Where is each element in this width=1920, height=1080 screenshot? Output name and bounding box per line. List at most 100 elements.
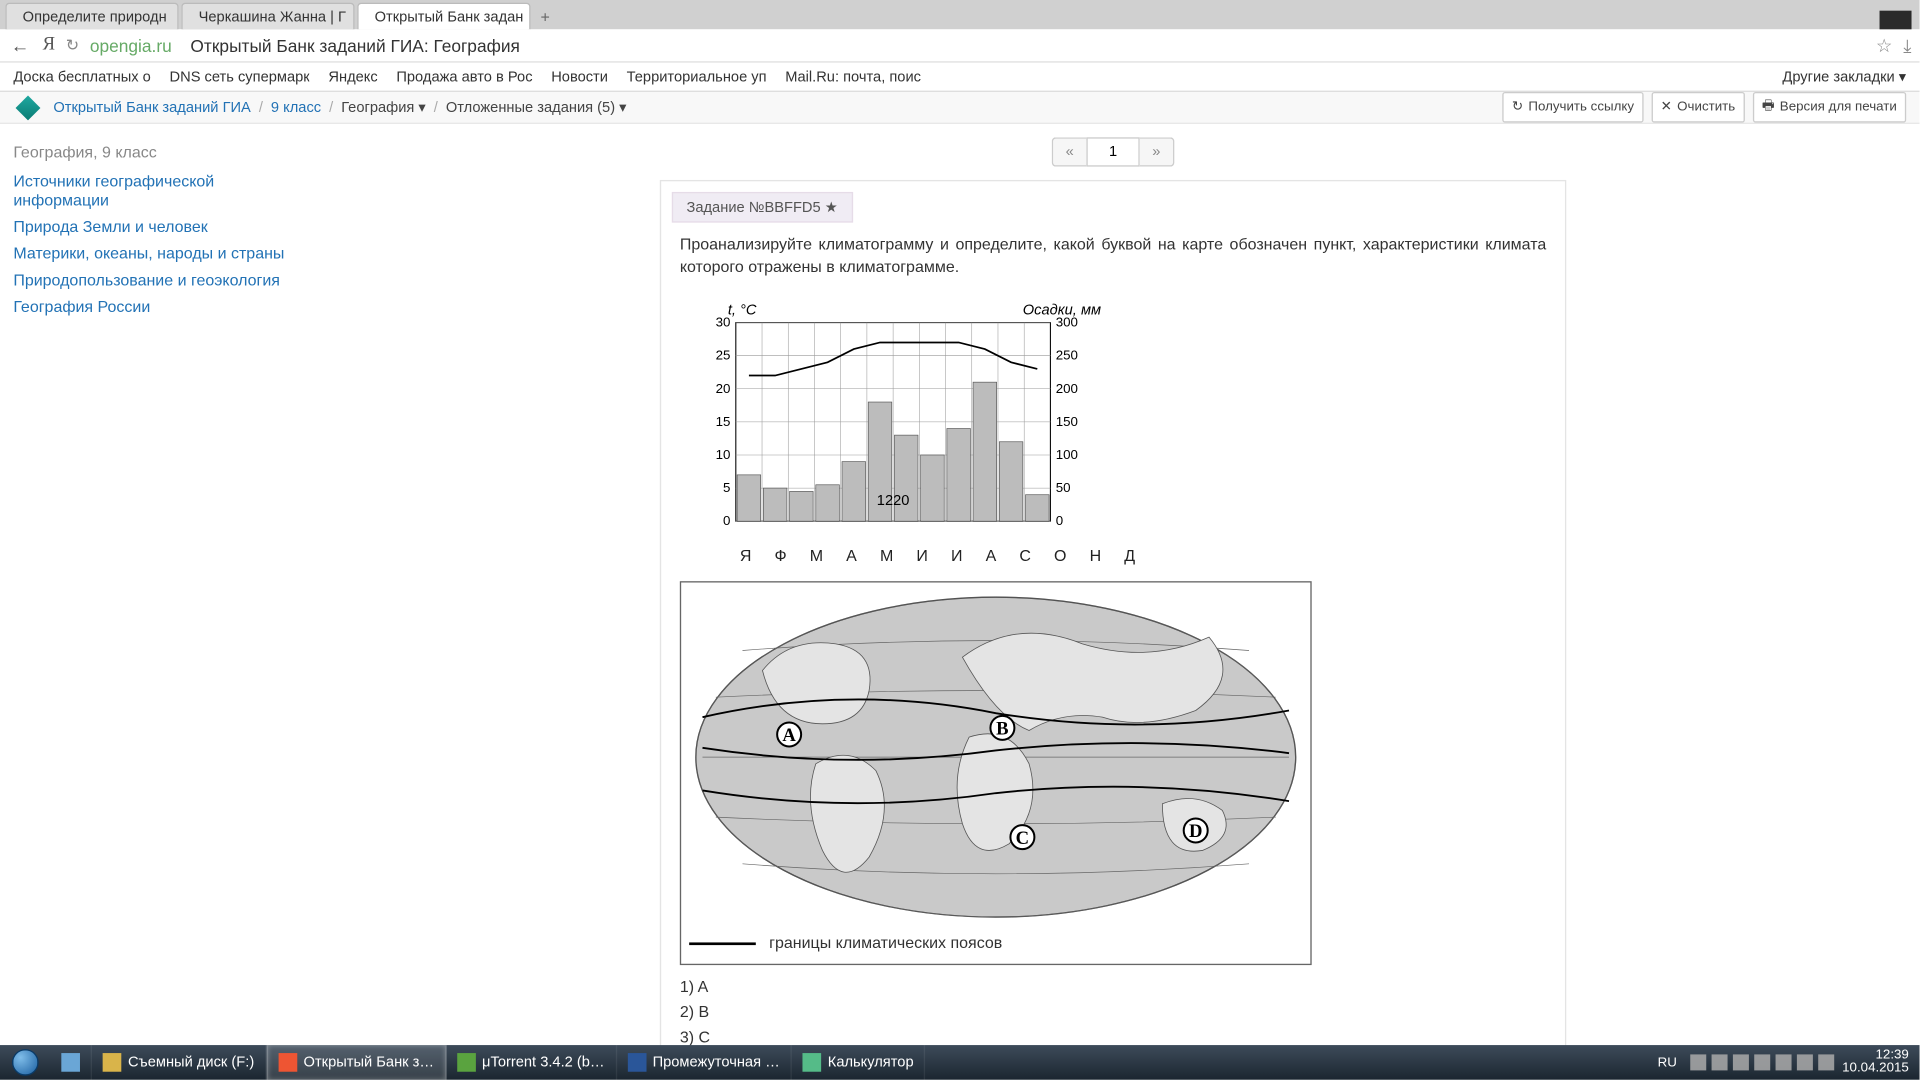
svg-text:30: 30 xyxy=(716,314,731,329)
yandex-icon[interactable]: Я xyxy=(43,35,55,56)
task-card: Задание №BBFFD5 ★ Проанализируйте климат… xyxy=(660,180,1566,1073)
sidebar-item[interactable]: География России xyxy=(13,297,293,316)
tray-icon[interactable] xyxy=(1818,1054,1834,1070)
sidebar-item[interactable]: Природопользование и геоэкология xyxy=(13,271,293,290)
tab-label: Определите природн xyxy=(23,9,167,25)
sidebar-item[interactable]: Природа Земли и человек xyxy=(13,217,293,236)
svg-text:0: 0 xyxy=(723,513,730,528)
download-icon[interactable]: ⤓ xyxy=(1903,34,1911,57)
map-svg: A B C D xyxy=(689,591,1302,927)
other-bookmarks[interactable]: Другие закладки ▾ xyxy=(1782,68,1906,85)
drive-icon xyxy=(103,1053,122,1072)
svg-text:200: 200 xyxy=(1056,380,1078,395)
bookmark-item[interactable]: Продажа авто в Рос xyxy=(396,69,532,85)
utorrent-icon xyxy=(457,1053,476,1072)
taskbar-item[interactable]: Съемный диск (F:) xyxy=(92,1045,266,1080)
pager-next-button[interactable]: » xyxy=(1140,137,1175,166)
crumb-subject[interactable]: География ▾ xyxy=(341,99,426,116)
pager-prev-button[interactable]: « xyxy=(1052,137,1087,166)
sidebar: География, 9 класс Источники географичес… xyxy=(0,124,307,1045)
svg-text:150: 150 xyxy=(1056,414,1078,429)
taskbar-item[interactable]: μTorrent 3.4.2 (b… xyxy=(446,1045,617,1080)
bookmark-item[interactable]: DNS сеть супермарк xyxy=(170,69,310,85)
crumb-grade[interactable]: 9 класс xyxy=(271,99,321,115)
world-map: A B C D границы климатических поясов xyxy=(680,581,1312,964)
breadcrumb: Открытый Банк заданий ГИА / 9 класс / Ге… xyxy=(53,99,626,116)
new-tab-button[interactable]: + xyxy=(533,5,557,29)
tray-icon[interactable] xyxy=(1797,1054,1813,1070)
crumb-root[interactable]: Открытый Банк заданий ГИА xyxy=(53,99,251,115)
reload-button[interactable]: ↻ xyxy=(66,36,79,55)
taskbar-pinned[interactable] xyxy=(51,1045,92,1080)
window-minimize-button[interactable] xyxy=(1880,11,1912,30)
bookmark-item[interactable]: Доска бесплатных о xyxy=(13,69,151,85)
start-button[interactable] xyxy=(0,1045,51,1080)
tray-icon[interactable] xyxy=(1775,1054,1791,1070)
tab-label: Черкашина Жанна | Г xyxy=(199,9,346,25)
taskbar-item[interactable]: Промежуточная … xyxy=(617,1045,792,1080)
address-bar: ← Я ↻ opengia.ru Открытый Банк заданий Г… xyxy=(0,29,1920,62)
tray-icon[interactable] xyxy=(1711,1054,1727,1070)
url-host[interactable]: opengia.ru xyxy=(90,35,172,55)
print-button[interactable]: 🖶Версия для печати xyxy=(1753,92,1907,123)
svg-text:A: A xyxy=(782,725,796,746)
word-icon xyxy=(627,1053,646,1072)
input-lang[interactable]: RU xyxy=(1658,1055,1677,1070)
clear-button[interactable]: ✕Очистить xyxy=(1651,92,1744,123)
task-id-badge[interactable]: Задание №BBFFD5 ★ xyxy=(672,192,853,223)
svg-text:100: 100 xyxy=(1056,447,1078,462)
sidebar-title: География, 9 класс xyxy=(13,143,293,162)
system-tray: RU 12:39 10.04.2015 xyxy=(1658,1048,1920,1076)
legend-label: границы климатических поясов xyxy=(769,932,1002,955)
crumb-deferred[interactable]: Отложенные задания (5) ▾ xyxy=(446,99,627,116)
browser-tabstrip: Определите природн Черкашина Жанна | Г О… xyxy=(0,0,1920,29)
legend-line-icon xyxy=(689,942,756,945)
taskbar-item-active[interactable]: Открытый Банк з… xyxy=(266,1045,446,1080)
pager-input[interactable] xyxy=(1086,137,1139,166)
explorer-icon xyxy=(61,1053,80,1072)
svg-text:20: 20 xyxy=(716,380,731,395)
answer-options: 1) A 2) B 3) C xyxy=(680,975,1546,1050)
svg-text:5: 5 xyxy=(723,480,730,495)
tray-icon[interactable] xyxy=(1690,1054,1706,1070)
svg-text:15: 15 xyxy=(716,414,731,429)
back-button[interactable]: ← xyxy=(8,35,32,56)
svg-text:250: 250 xyxy=(1056,347,1078,362)
yandex-browser-icon xyxy=(278,1053,297,1072)
svg-text:0: 0 xyxy=(1056,513,1063,528)
windows-orb-icon xyxy=(12,1049,39,1076)
tab-2[interactable]: Черкашина Жанна | Г xyxy=(181,3,354,30)
bookmark-item[interactable]: Яндекс xyxy=(328,69,377,85)
tray-icon[interactable] xyxy=(1733,1054,1749,1070)
windows-taskbar: Съемный диск (F:) Открытый Банк з… μTorr… xyxy=(0,1045,1920,1080)
sidebar-item[interactable]: Источники географической информации xyxy=(13,172,293,209)
answer-option[interactable]: 2) B xyxy=(680,1001,1546,1024)
taskbar-clock[interactable]: 12:39 10.04.2015 xyxy=(1842,1048,1909,1076)
bookmark-item[interactable]: Территориальное уп xyxy=(627,69,767,85)
calculator-icon xyxy=(802,1053,821,1072)
link-icon: ↻ xyxy=(1512,100,1523,115)
bookmarks-bar: Доска бесплатных о DNS сеть супермарк Ян… xyxy=(0,63,1920,92)
bookmark-item[interactable]: Mail.Ru: почта, поис xyxy=(785,69,921,85)
site-logo-icon[interactable] xyxy=(16,95,41,120)
svg-text:1220: 1220 xyxy=(877,493,910,509)
svg-text:50: 50 xyxy=(1056,480,1071,495)
task-text: Проанализируйте климатограмму и определи… xyxy=(680,233,1546,279)
bookmark-item[interactable]: Новости xyxy=(551,69,608,85)
bookmark-star-icon[interactable]: ☆ xyxy=(1876,34,1893,57)
svg-text:C: C xyxy=(1016,828,1029,849)
map-legend: границы климатических поясов xyxy=(689,932,1302,955)
sidebar-item[interactable]: Материки, океаны, народы и страны xyxy=(13,244,293,263)
taskbar-item[interactable]: Калькулятор xyxy=(792,1045,926,1080)
chart-svg: t, °CОсадки, мм0510152025300501001502002… xyxy=(680,298,1107,545)
tray-icon[interactable] xyxy=(1754,1054,1770,1070)
svg-text:t, °C: t, °C xyxy=(728,302,757,318)
get-link-button[interactable]: ↻Получить ссылку xyxy=(1503,92,1644,123)
clear-icon: ✕ xyxy=(1661,100,1672,115)
tab-3-active[interactable]: Открытый Банк задан × xyxy=(357,3,530,30)
tab-1[interactable]: Определите природн xyxy=(5,3,178,30)
answer-option[interactable]: 1) A xyxy=(680,975,1546,998)
svg-text:25: 25 xyxy=(716,347,731,362)
url-title: Открытый Банк заданий ГИА: География xyxy=(190,35,519,55)
svg-text:10: 10 xyxy=(716,447,731,462)
